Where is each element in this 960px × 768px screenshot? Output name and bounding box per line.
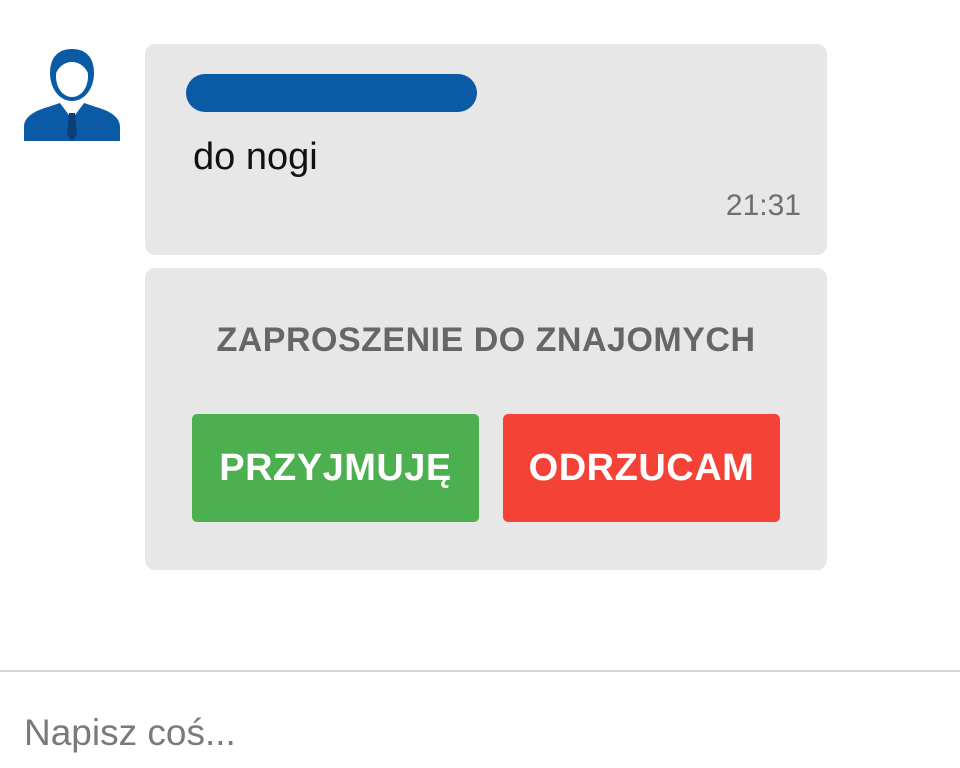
sender-name-redacted — [186, 74, 477, 112]
invitation-title: ZAPROSZENIE DO ZNAJOMYCH — [216, 321, 756, 359]
accept-button[interactable]: PRZYJMUJĘ — [192, 414, 479, 522]
message-bubble[interactable]: do nogi 21:31 — [145, 44, 827, 255]
message-composer — [0, 672, 960, 768]
user-avatar-icon[interactable] — [22, 43, 122, 143]
message-timestamp: 21:31 — [725, 189, 801, 222]
reject-button[interactable]: ODRZUCAM — [503, 414, 780, 522]
friend-invitation-card: ZAPROSZENIE DO ZNAJOMYCH PRZYJMUJĘ ODRZU… — [145, 268, 827, 570]
chat-screen: do nogi 21:31 ZAPROSZENIE DO ZNAJOMYCH P… — [0, 0, 960, 768]
message-text: do nogi — [193, 136, 318, 178]
message-input[interactable] — [24, 708, 924, 758]
